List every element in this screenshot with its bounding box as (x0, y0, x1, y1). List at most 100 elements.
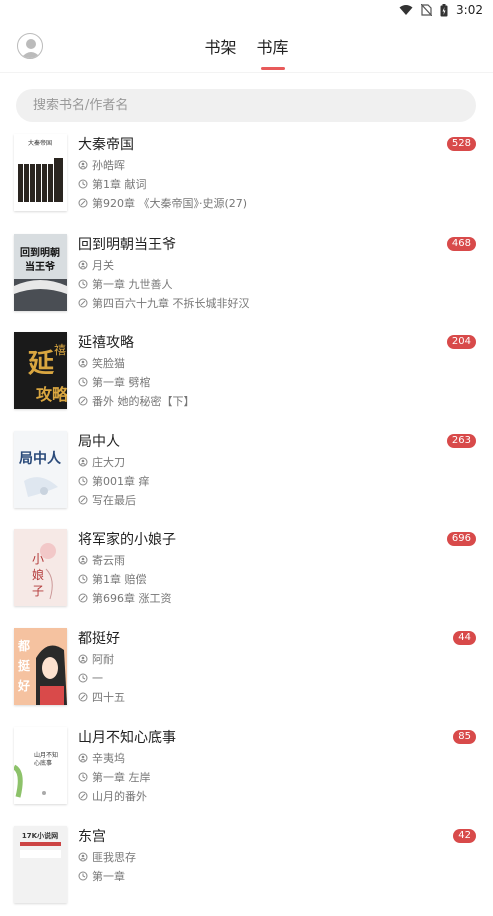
svg-text:17K小说网: 17K小说网 (22, 831, 58, 840)
book-cover: 山月不知 心底事 (14, 727, 67, 804)
tab-library[interactable]: 书库 (257, 34, 289, 70)
author-name: 月关 (92, 259, 114, 272)
first-chapter-text: 第一章 (92, 870, 125, 883)
list-item[interactable]: 延 禧 攻略 延禧攻略 笑脸猫 第一章 劈棺 番外 她的秘密【下】 204 (0, 332, 493, 422)
author-name: 孙皓晖 (92, 159, 125, 172)
book-latest-chapter: 写在最后 (78, 492, 136, 508)
book-first-chapter: 第1章 献词 (78, 176, 147, 192)
svg-text:心底事: 心底事 (34, 759, 52, 767)
latest-chapter-text: 四十五 (92, 691, 125, 704)
author-name: 匪我思存 (92, 851, 136, 864)
first-chapter-text: 第1章 献词 (92, 178, 147, 191)
chapter-count-badge: 263 (446, 434, 476, 448)
book-first-chapter: 一 (78, 670, 103, 686)
svg-text:局中人: 局中人 (19, 450, 62, 467)
list-item[interactable]: 山月不知 心底事 山月不知心底事 辛夷坞 第一章 左岸 山月的番外 85 (0, 727, 493, 817)
first-chapter-text: 第一章 劈棺 (92, 376, 151, 389)
clock-icon (78, 574, 88, 584)
latest-chapter-text: 第920章 《大秦帝国》·史源(27) (92, 197, 248, 210)
clock-icon (78, 279, 88, 289)
book-cover: 延 禧 攻略 (14, 332, 67, 409)
chapter-count-badge: 85 (453, 730, 476, 744)
compass-icon (78, 298, 88, 308)
book-cover: 局中人 (14, 431, 67, 508)
svg-text:小: 小 (32, 552, 44, 566)
clock-icon (78, 772, 88, 782)
author-icon (78, 753, 88, 763)
latest-chapter-text: 山月的番外 (92, 790, 147, 803)
book-title: 都挺好 (78, 631, 120, 647)
book-first-chapter: 第一章 九世善人 (78, 276, 173, 292)
wifi-icon (399, 5, 413, 15)
author-icon (78, 358, 88, 368)
latest-chapter-text: 写在最后 (92, 494, 136, 507)
author-name: 阿耐 (92, 653, 114, 666)
svg-text:都: 都 (17, 638, 30, 653)
book-author: 辛夷坞 (78, 750, 125, 766)
book-first-chapter: 第一章 左岸 (78, 769, 151, 785)
svg-text:娘: 娘 (32, 567, 44, 582)
top-header: 书架 书库 (0, 20, 493, 72)
book-cover: 17K小说网 (14, 826, 67, 903)
svg-text:禧: 禧 (54, 343, 66, 357)
compass-icon (78, 495, 88, 505)
list-item[interactable]: 都 挺 好 都挺好 阿耐 一 四十五 44 (0, 628, 493, 718)
list-item[interactable]: 回到明朝 当王爷 回到明朝当王爷 月关 第一章 九世善人 第四百六十九章 不拆长… (0, 234, 493, 324)
svg-text:回到明朝: 回到明朝 (20, 246, 60, 259)
svg-text:山月不知: 山月不知 (34, 751, 58, 759)
no-sim-icon (421, 4, 433, 16)
book-first-chapter: 第一章 劈棺 (78, 374, 151, 390)
author-name: 辛夷坞 (92, 752, 125, 765)
battery-icon (440, 3, 448, 16)
book-author: 阿耐 (78, 651, 114, 667)
tab-bookshelf[interactable]: 书架 (204, 34, 236, 58)
author-icon (78, 160, 88, 170)
book-latest-chapter: 山月的番外 (78, 788, 147, 804)
compass-icon (78, 198, 88, 208)
chapter-count-badge: 204 (446, 335, 476, 349)
first-chapter-text: 一 (92, 672, 103, 685)
book-author: 庄大刀 (78, 454, 125, 470)
list-item[interactable]: 大秦帝国 大秦帝国 孙皓晖 第1章 献词 第920章 《大秦帝国》·史源(27)… (0, 134, 493, 224)
svg-text:延: 延 (27, 349, 55, 379)
chapter-count-badge: 696 (446, 532, 476, 546)
book-latest-chapter: 番外 她的秘密【下】 (78, 393, 195, 409)
chapter-count-badge: 468 (446, 237, 476, 251)
author-name: 庄大刀 (92, 456, 125, 469)
first-chapter-text: 第一章 左岸 (92, 771, 151, 784)
book-latest-chapter: 第696章 涨工资 (78, 590, 172, 606)
book-title: 山月不知心底事 (78, 730, 176, 746)
book-author: 笑脸猫 (78, 355, 125, 371)
chapter-count-badge: 44 (453, 631, 476, 645)
tab-bar: 书架 书库 (0, 20, 493, 72)
book-author: 匪我思存 (78, 849, 136, 865)
clock-icon (78, 673, 88, 683)
first-chapter-text: 第1章 赔偿 (92, 573, 147, 586)
book-title: 将军家的小娘子 (78, 532, 176, 548)
author-icon (78, 260, 88, 270)
book-latest-chapter: 第920章 《大秦帝国》·史源(27) (78, 195, 247, 211)
list-item[interactable]: 小 娘 子 将军家的小娘子 寄云雨 第1章 赔偿 第696章 涨工资 696 (0, 529, 493, 619)
first-chapter-text: 第001章 痒 (92, 475, 150, 488)
svg-text:攻略: 攻略 (36, 385, 67, 404)
search-input[interactable] (33, 98, 476, 113)
book-first-chapter: 第一章 (78, 868, 125, 884)
first-chapter-text: 第一章 九世善人 (92, 278, 173, 291)
status-time: 3:02 (456, 3, 483, 17)
book-first-chapter: 第001章 痒 (78, 473, 150, 489)
list-item[interactable]: 局中人 局中人 庄大刀 第001章 痒 写在最后 263 (0, 431, 493, 521)
author-icon (78, 457, 88, 467)
book-author: 寄云雨 (78, 552, 125, 568)
svg-text:当王爷: 当王爷 (25, 260, 56, 273)
search-bar[interactable] (16, 89, 476, 122)
latest-chapter-text: 第四百六十九章 不拆长城非好汉 (92, 297, 250, 310)
book-cover: 大秦帝国 (14, 134, 67, 211)
book-author: 孙皓晖 (78, 157, 125, 173)
list-item[interactable]: 17K小说网 东宫 匪我思存 第一章 42 (0, 826, 493, 916)
book-latest-chapter: 四十五 (78, 689, 125, 705)
author-icon (78, 852, 88, 862)
book-author: 月关 (78, 257, 114, 273)
author-icon (78, 654, 88, 664)
clock-icon (78, 871, 88, 881)
svg-text:子: 子 (32, 584, 44, 598)
